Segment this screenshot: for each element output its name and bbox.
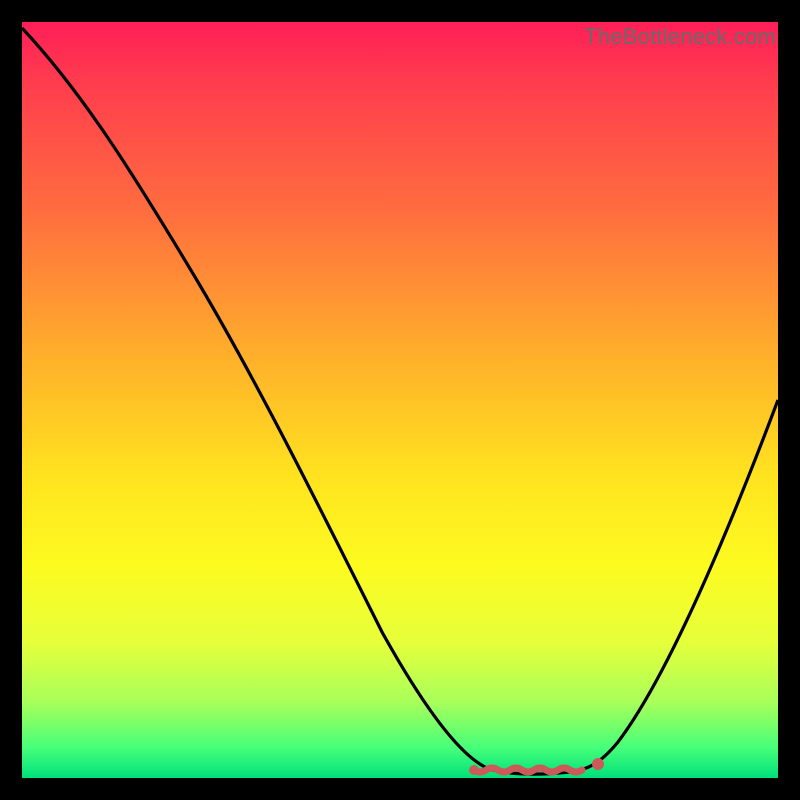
watermark-text: TheBottleneck.com [584,24,776,50]
flat-zone-marker [474,768,582,772]
chart-frame: TheBottleneck.com [0,0,800,800]
flat-zone-end-dot [592,758,604,770]
flat-zone-start-dot [469,765,479,775]
chart-plot-area [22,22,778,778]
bottleneck-curve [22,22,778,778]
curve-path [22,28,778,774]
